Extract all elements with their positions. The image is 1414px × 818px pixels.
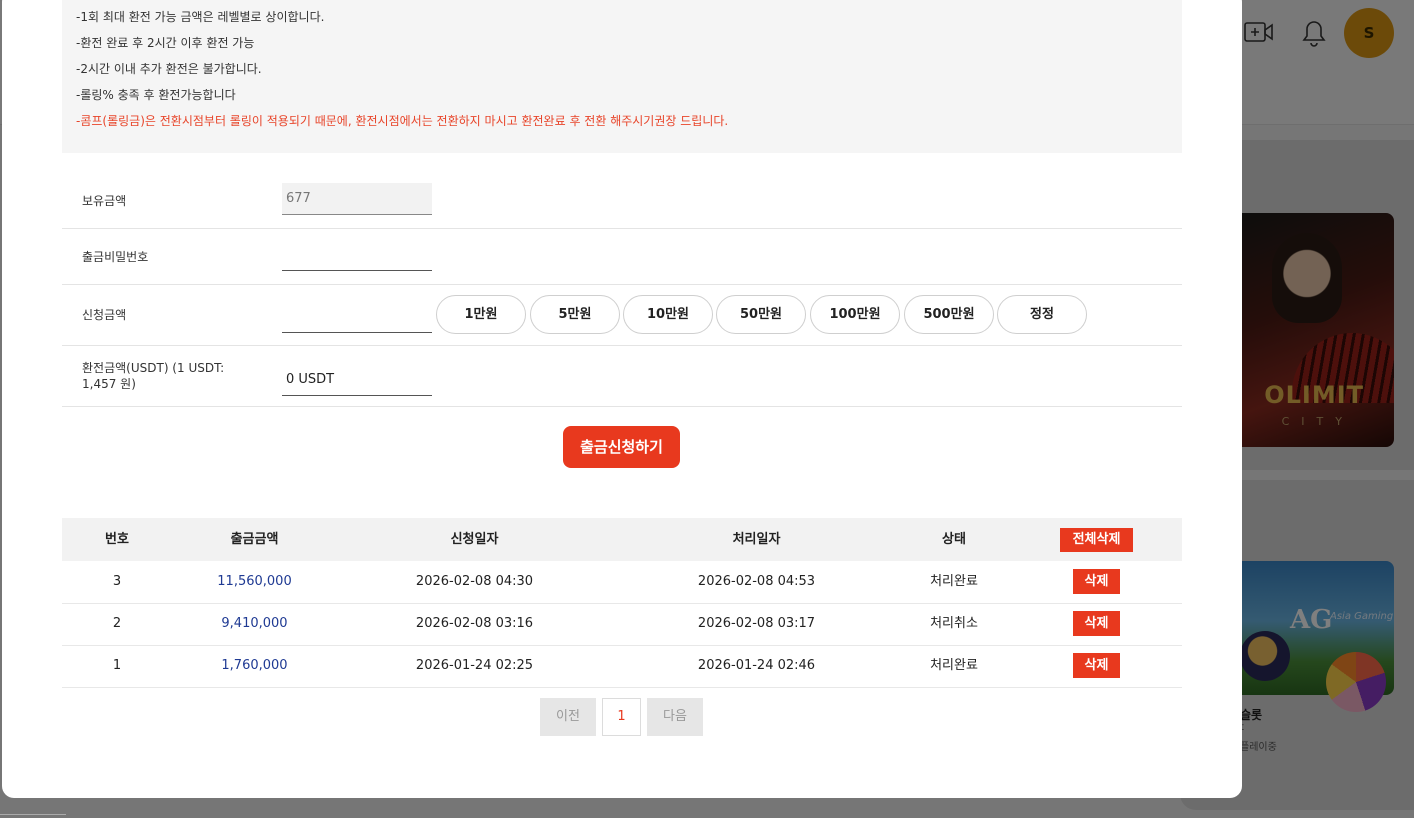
column-header-processed: 처리일자 [732, 532, 781, 547]
row-status: 처리완료 [930, 574, 978, 589]
table-row: 3 11,560,000 2026-02-08 04:30 2026-02-08… [62, 561, 1182, 604]
withdrawal-modal: -1회 최대 환전 가능 금액은 레벨별로 상이합니다. -환전 완료 후 2시… [2, 0, 1242, 798]
quick-amount-5m-button[interactable]: 500만원 [904, 295, 994, 334]
pagination-next-button[interactable]: 다음 [647, 698, 703, 736]
quick-amount-1m-button[interactable]: 100만원 [810, 295, 900, 334]
notice-warning: -콤프(롤링금)은 전환시점부터 롤링이 적용되기 때문에, 환전시점에서는 전… [76, 114, 729, 128]
notice-box: -1회 최대 환전 가능 금액은 레벨별로 상이합니다. -환전 완료 후 2시… [62, 0, 1182, 153]
row-no: 1 [112, 658, 122, 673]
row-amount-link[interactable]: 9,410,000 [202, 603, 307, 645]
delete-all-button[interactable]: 전체삭제 [1060, 528, 1133, 552]
submit-withdrawal-button[interactable]: 출금신청하기 [563, 426, 680, 468]
row-amount-link[interactable]: 11,560,000 [202, 561, 307, 603]
quick-amount-50k-button[interactable]: 5만원 [530, 295, 620, 334]
amount-row: 신청금액 1만원 5만원 10만원 50만원 100만원 500만원 정정 [62, 285, 1182, 346]
column-header-no: 번호 [105, 532, 129, 547]
pagination-page-current[interactable]: 1 [602, 698, 641, 736]
quick-amount-500k-button[interactable]: 50만원 [716, 295, 806, 334]
notice-line: -롤링% 충족 후 환전가능합니다 [76, 88, 236, 102]
delete-row-button[interactable]: 삭제 [1073, 569, 1120, 594]
row-status: 처리취소 [930, 616, 978, 631]
table-row: 1 1,760,000 2026-01-24 02:25 2026-01-24 … [62, 645, 1182, 688]
column-header-amount: 출금금액 [230, 532, 279, 547]
delete-row-button[interactable]: 삭제 [1073, 611, 1120, 636]
notice-line: -환전 완료 후 2시간 이후 환전 가능 [76, 36, 255, 50]
row-status: 처리완료 [930, 658, 978, 673]
balance-field [282, 183, 432, 215]
notice-line: -1회 최대 환전 가능 금액은 레벨별로 상이합니다. [76, 10, 325, 24]
divider [0, 814, 66, 815]
row-requested: 2026-01-24 02:25 [415, 658, 534, 673]
row-requested: 2026-02-08 03:16 [415, 616, 534, 631]
row-no: 3 [112, 574, 122, 589]
password-row: 출금비밀번호 [62, 229, 1182, 285]
table-header: 번호 출금금액 신청일자 처리일자 상태 전체삭제 [62, 518, 1182, 561]
delete-row-button[interactable]: 삭제 [1073, 653, 1120, 678]
quick-amount-100k-button[interactable]: 10만원 [623, 295, 713, 334]
amount-field[interactable] [282, 301, 432, 333]
amount-reset-button[interactable]: 정정 [997, 295, 1087, 334]
withdraw-password-field[interactable] [282, 239, 432, 271]
notice-line: -2시간 이내 추가 환전은 불가합니다. [76, 62, 262, 76]
usdt-amount-field [282, 364, 432, 396]
quick-amount-10k-button[interactable]: 1만원 [436, 295, 526, 334]
pagination-prev-button[interactable]: 이전 [540, 698, 596, 736]
usdt-row: 환전금액(USDT) (1 USDT: 1,457 원) [62, 346, 1182, 407]
row-amount-link[interactable]: 1,760,000 [202, 645, 307, 687]
row-no: 2 [112, 616, 122, 631]
column-header-status: 상태 [942, 532, 966, 547]
row-processed: 2026-02-08 04:53 [697, 574, 816, 589]
balance-label: 보유금액 [82, 194, 127, 208]
table-row: 2 9,410,000 2026-02-08 03:16 2026-02-08 … [62, 603, 1182, 646]
row-processed: 2026-01-24 02:46 [697, 658, 816, 673]
password-label: 출금비밀번호 [82, 250, 149, 264]
amount-label: 신청금액 [82, 308, 127, 322]
column-header-requested: 신청일자 [450, 532, 499, 547]
balance-row: 보유금액 [62, 173, 1182, 229]
row-processed: 2026-02-08 03:17 [697, 616, 816, 631]
usdt-label: 환전금액(USDT) (1 USDT: 1,457 원) [82, 361, 225, 391]
row-requested: 2026-02-08 04:30 [415, 574, 534, 589]
